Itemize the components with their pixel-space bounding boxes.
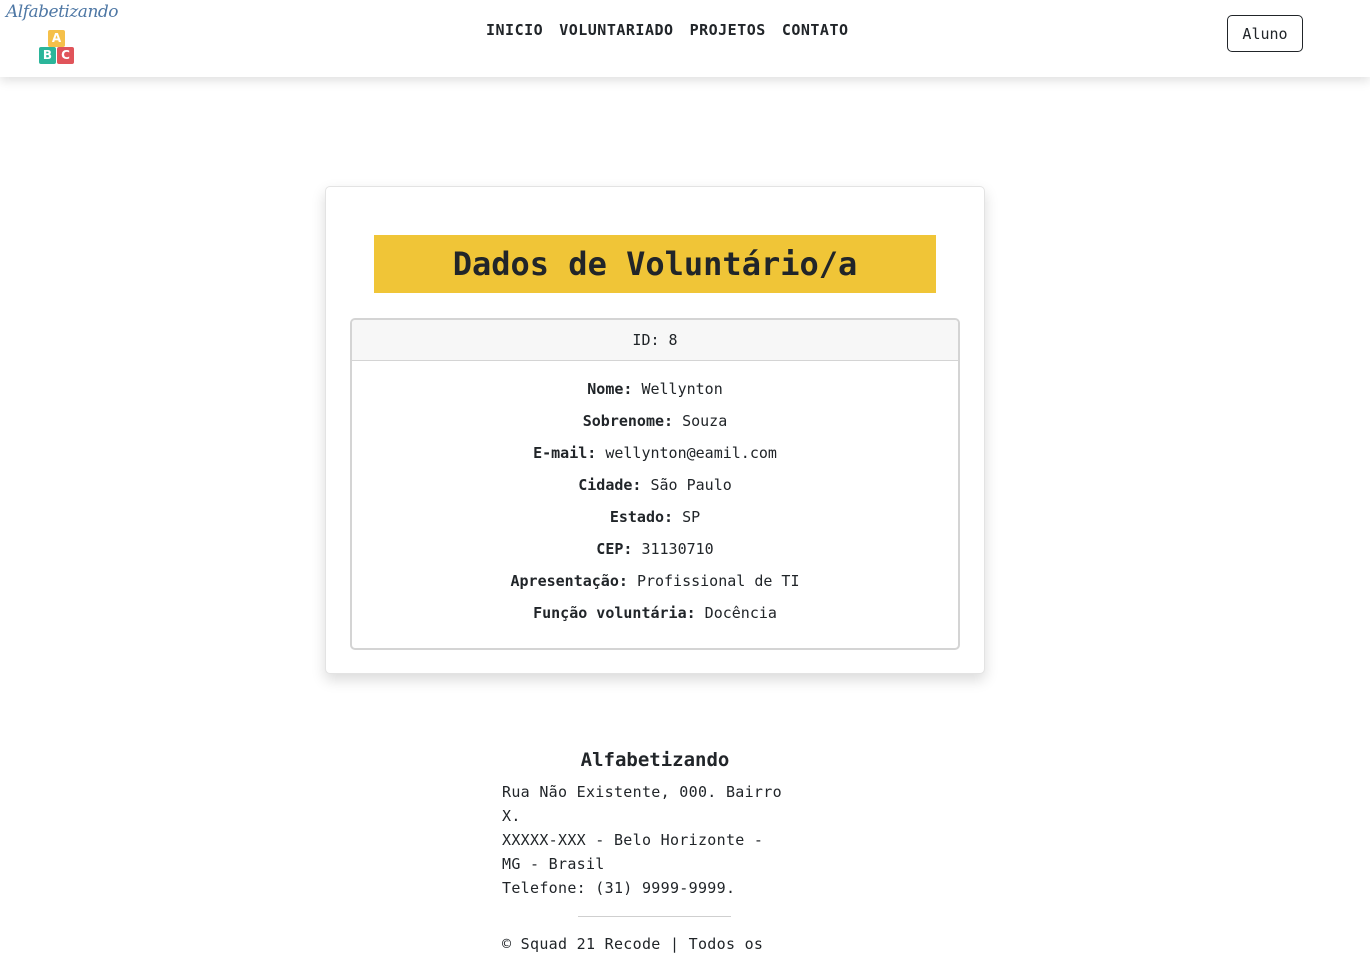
field-cep: CEP: 31130710: [352, 539, 958, 571]
field-list: Nome: Wellynton Sobrenome: Souza E-mail:…: [352, 361, 958, 635]
field-nome: Nome: Wellynton: [352, 379, 958, 411]
brand-logo[interactable]: Alfabetizando A B C: [6, 2, 119, 68]
field-apresentacao: Apresentação: Profissional de TI: [352, 571, 958, 603]
volunteer-details: ID: 8 Nome: Wellynton Sobrenome: Souza E…: [350, 318, 960, 650]
nav-link-contato[interactable]: CONTATO: [782, 21, 849, 39]
field-value: Docência: [704, 604, 777, 622]
nav-link-inicio[interactable]: INICIO: [486, 21, 543, 39]
nav-link-voluntariado[interactable]: VOLUNTARIADO: [559, 21, 673, 39]
field-value: Profissional de TI: [636, 572, 800, 590]
aluno-button[interactable]: Aluno: [1227, 15, 1303, 52]
field-value: Souza: [682, 412, 728, 430]
footer-address: Rua Não Existente, 000. Bairro X. XXXXX-…: [502, 783, 782, 897]
volunteer-id: ID: 8: [352, 320, 958, 361]
field-label: Sobrenome:: [582, 412, 674, 430]
field-value: São Paulo: [650, 476, 732, 494]
field-estado: Estado: SP: [352, 507, 958, 539]
footer-title: Alfabetizando: [580, 749, 730, 771]
field-label: CEP:: [596, 540, 633, 558]
title-banner: Dados de Voluntário/a: [374, 235, 936, 293]
navbar: Alfabetizando A B C INICIO VOLUNTARIADO …: [0, 0, 1370, 77]
footer-divider: [578, 916, 731, 917]
field-value: Wellynton: [641, 380, 723, 398]
field-sobrenome: Sobrenome: Souza: [352, 411, 958, 443]
field-label: Nome:: [587, 380, 633, 398]
field-label: Função voluntária:: [533, 604, 696, 622]
field-value: wellynton@eamil.com: [605, 444, 777, 462]
abc-block-b-icon: B: [39, 47, 56, 64]
brand-logo-text: Alfabetizando: [6, 2, 119, 22]
field-label: E-mail:: [533, 444, 597, 462]
field-label: Apresentação:: [510, 572, 628, 590]
nav-link-projetos[interactable]: PROJETOS: [690, 21, 766, 39]
abc-block-a-icon: A: [48, 30, 65, 47]
page-title: Dados de Voluntário/a: [452, 245, 858, 283]
field-label: Cidade:: [578, 476, 642, 494]
field-cidade: Cidade: São Paulo: [352, 475, 958, 507]
field-value: 31130710: [641, 540, 714, 558]
abc-block-c-icon: C: [57, 47, 74, 64]
field-funcao: Função voluntária: Docência: [352, 603, 958, 635]
main-nav: INICIO VOLUNTARIADO PROJETOS CONTATO: [486, 21, 849, 39]
field-value: SP: [682, 508, 701, 526]
footer-copyright: © Squad 21 Recode | Todos os: [502, 935, 764, 953]
field-email: E-mail: wellynton@eamil.com: [352, 443, 958, 475]
field-label: Estado:: [609, 508, 674, 526]
footer: Alfabetizando Rua Não Existente, 000. Ba…: [502, 749, 812, 953]
volunteer-card: Dados de Voluntário/a ID: 8 Nome: Wellyn…: [325, 186, 985, 674]
